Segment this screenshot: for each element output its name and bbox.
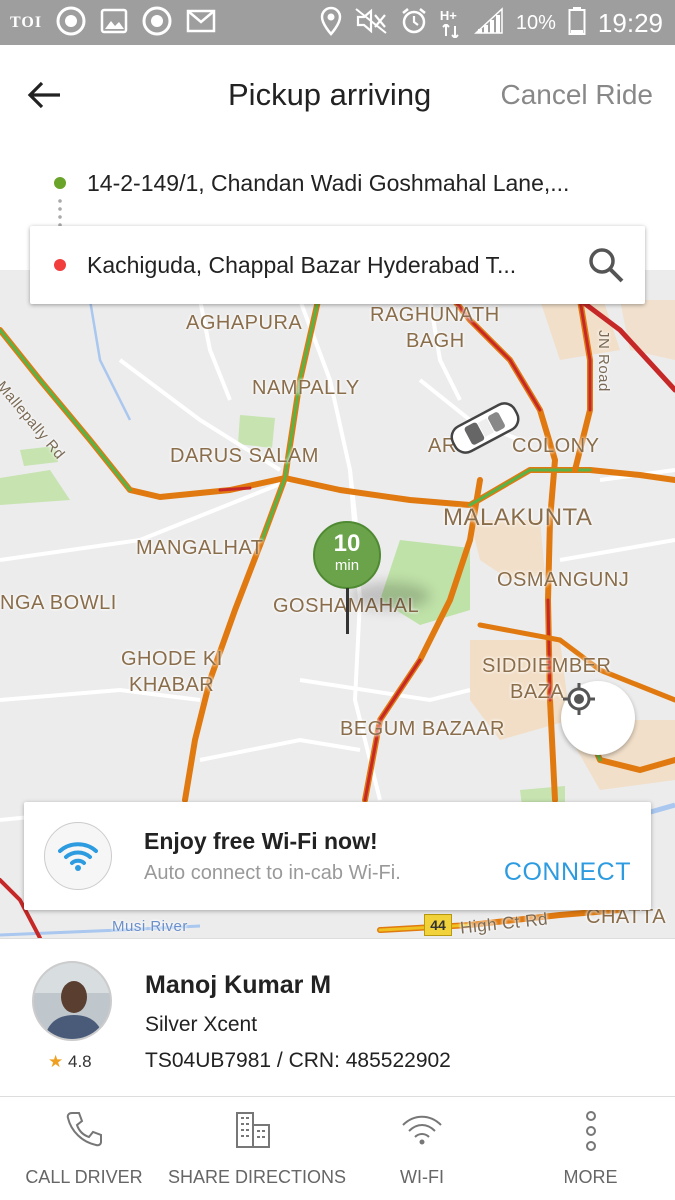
map-label: COLONY xyxy=(512,435,600,457)
map-label: NGA BOWLI xyxy=(0,592,117,614)
mail-icon xyxy=(186,9,216,38)
map-label: MALAKUNTA xyxy=(443,504,593,531)
network-hplus-icon: H+ xyxy=(440,8,462,38)
pin-shadow xyxy=(350,582,430,610)
mute-icon xyxy=(354,7,388,40)
back-arrow-icon xyxy=(27,81,60,109)
driver-avatar[interactable] xyxy=(32,961,112,1041)
eta-pin: 10 min xyxy=(313,521,381,589)
connect-button[interactable]: CONNECT xyxy=(504,858,631,887)
pin-stem xyxy=(346,588,349,634)
notification-circle-icon xyxy=(142,6,172,41)
map-label: Musi River xyxy=(112,918,188,935)
drop-address: Kachiguda, Chappal Bazar Hyderabad T... xyxy=(87,252,517,278)
clock-time: 19:29 xyxy=(597,7,663,38)
status-bar-left: TOI xyxy=(10,6,216,41)
top-app-bar: Pickup arriving Cancel Ride xyxy=(0,45,675,145)
notification-circle-icon xyxy=(56,6,86,41)
map-label: GHODE KI xyxy=(121,648,223,670)
crosshair-icon xyxy=(563,683,595,715)
wifi-label: WI-FI xyxy=(400,1167,444,1187)
status-bar: TOI H+ 10% 19:29 xyxy=(0,0,675,45)
driver-info-panel: ★ 4.8 Manoj Kumar M Silver Xcent TS04UB7… xyxy=(0,938,675,1096)
driver-name: Manoj Kumar M xyxy=(145,971,332,999)
wifi-icon xyxy=(58,842,98,871)
share-directions-button[interactable]: SHARE DIRECTIONS xyxy=(168,1097,347,1200)
car-registration: TS04UB7981 / CRN: 485522902 xyxy=(145,1049,451,1072)
ride-tracking-screen: TOI H+ 10% 19:29 Pickup arriving Cancel … xyxy=(0,0,675,1200)
buildings-icon xyxy=(233,1109,273,1154)
wifi-promo-card: Enjoy free Wi-Fi now! Auto connect to in… xyxy=(24,802,651,910)
page-title: Pickup arriving xyxy=(228,77,432,112)
map-label: SIDDIEMBER xyxy=(482,655,612,677)
wifi-icon xyxy=(400,1109,444,1154)
call-driver-button[interactable]: CALL DRIVER xyxy=(0,1097,168,1200)
call-driver-label: CALL DRIVER xyxy=(25,1167,143,1187)
pickup-dot-icon xyxy=(54,177,66,189)
drop-dot-icon xyxy=(54,259,66,271)
wifi-card-title: Enjoy free Wi-Fi now! xyxy=(144,828,378,854)
map-label: JN Road xyxy=(595,330,612,392)
status-bar-right: H+ 10% 19:29 xyxy=(320,6,663,40)
battery-percentage: 10% xyxy=(515,11,556,34)
bottom-action-bar: CALL DRIVER SHARE DIRECTIONS WI-FI MORE xyxy=(0,1096,675,1200)
phone-icon xyxy=(64,1109,104,1154)
signal-icon xyxy=(473,6,504,40)
more-label: MORE xyxy=(563,1167,618,1187)
my-location-button[interactable] xyxy=(561,681,635,755)
map-label: DARUS SALAM xyxy=(170,445,319,467)
pickup-address: 14-2-149/1, Chandan Wadi Goshmahal Lane,… xyxy=(87,170,570,196)
more-vertical-icon xyxy=(581,1109,601,1158)
route-shield: 44 xyxy=(424,914,452,936)
wifi-badge xyxy=(44,822,112,890)
map-label: OSMANGUNJ xyxy=(497,569,630,591)
map-label: AGHAPURA xyxy=(186,312,303,334)
map-label: RAGHUNATH xyxy=(370,304,500,326)
toi-app-label: TOI xyxy=(10,14,43,31)
wifi-card-subtitle: Auto connect to in-cab Wi-Fi. xyxy=(144,862,401,884)
battery-icon xyxy=(568,6,586,41)
image-icon xyxy=(100,8,128,39)
map-label: NAMPALLY xyxy=(252,377,360,399)
eta-minutes: 10 xyxy=(333,530,361,557)
map-label: MANGALHAT xyxy=(136,537,264,559)
wifi-button[interactable]: WI-FI xyxy=(338,1097,506,1200)
eta-unit: min xyxy=(334,557,360,574)
driver-rating: ★ 4.8 xyxy=(48,1052,92,1072)
cancel-ride-button[interactable]: Cancel Ride xyxy=(500,79,653,111)
car-model: Silver Xcent xyxy=(145,1013,258,1036)
rating-value: 4.8 xyxy=(67,1052,92,1071)
map-label: BEGUM BAZAAR xyxy=(340,718,505,740)
share-directions-label: SHARE DIRECTIONS xyxy=(168,1167,347,1187)
alarm-icon xyxy=(400,7,428,40)
network-type-label: H+ xyxy=(439,8,457,23)
map-label: BAZA xyxy=(510,681,565,703)
search-icon[interactable] xyxy=(586,245,626,285)
back-button[interactable] xyxy=(22,75,66,115)
more-button[interactable]: MORE xyxy=(506,1097,675,1200)
location-icon xyxy=(320,6,342,41)
star-icon: ★ xyxy=(48,1052,64,1071)
map-label: KHABAR xyxy=(129,674,215,696)
map-label: BAGH xyxy=(406,330,465,352)
